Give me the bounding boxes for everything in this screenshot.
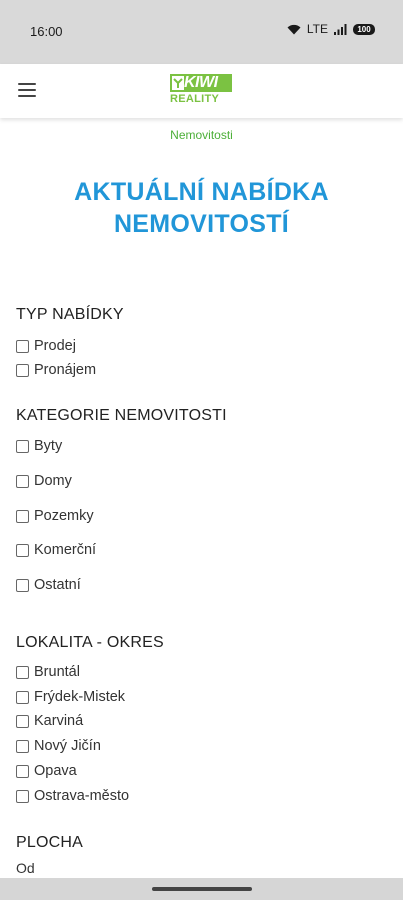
checkbox-label: Opava — [34, 763, 77, 779]
kiwi-reality-logo[interactable]: KIWI REALITY — [170, 74, 234, 110]
section-heading-kategorie: KATEGORIE NEMOVITOSTI — [16, 407, 227, 424]
checkbox-box[interactable] — [16, 690, 29, 704]
checkbox-prodej[interactable]: Prodej — [16, 338, 76, 354]
checkbox-box[interactable] — [16, 543, 29, 557]
logo-kiwi-text: KIWI — [184, 74, 218, 91]
battery-icon: 100 — [353, 23, 375, 35]
checkbox-pozemky[interactable]: Pozemky — [16, 508, 94, 524]
checkbox-label: Bruntál — [34, 664, 80, 680]
checkbox-box[interactable] — [16, 764, 29, 778]
checkbox-label: Nový Jičín — [34, 738, 101, 754]
home-gesture-pill[interactable] — [152, 887, 252, 891]
checkbox-box[interactable] — [16, 509, 29, 523]
checkbox-label: Pozemky — [34, 508, 94, 524]
checkbox-box[interactable] — [16, 474, 29, 488]
checkbox-box[interactable] — [16, 578, 29, 592]
checkbox-box[interactable] — [16, 439, 29, 453]
checkbox-opava[interactable]: Opava — [16, 763, 77, 779]
page-title-line1: AKTUÁLNÍ NABÍDKA — [74, 178, 329, 206]
checkbox-ostrava-mesto[interactable]: Ostrava-město — [16, 788, 129, 804]
checkbox-novy-jicin[interactable]: Nový Jičín — [16, 738, 101, 754]
checkbox-bruntal[interactable]: Bruntál — [16, 664, 80, 680]
checkbox-box[interactable] — [16, 665, 29, 679]
checkbox-byty[interactable]: Byty — [16, 438, 62, 454]
system-nav-bar — [0, 878, 403, 900]
page-title: AKTUÁLNÍ NABÍDKA NEMOVITOSTÍ — [0, 176, 403, 240]
menu-icon[interactable] — [18, 83, 36, 97]
app-header: KIWI REALITY — [0, 64, 403, 118]
logo-reality-text: REALITY — [170, 93, 220, 105]
checkbox-ostatni[interactable]: Ostatní — [16, 577, 81, 593]
network-type: LTE — [306, 22, 328, 36]
checkbox-box[interactable] — [16, 789, 29, 803]
status-bar: 16:00 LTE 100 — [0, 0, 403, 64]
section-heading-plocha: PLOCHA — [16, 834, 83, 851]
checkbox-box[interactable] — [16, 339, 29, 353]
logo-mark-icon — [172, 76, 184, 90]
checkbox-frydek-mistek[interactable]: Frýdek-Mistek — [16, 689, 125, 705]
plocha-from-label: Od — [16, 860, 35, 876]
checkbox-label: Domy — [34, 473, 72, 489]
page-title-line2: NEMOVITOSTÍ — [113, 210, 290, 238]
checkbox-box[interactable] — [16, 363, 29, 377]
checkbox-box[interactable] — [16, 714, 29, 728]
checkbox-pronajem[interactable]: Pronájem — [16, 362, 96, 378]
section-heading-typ-nabidky: TYP NABÍDKY — [16, 306, 124, 323]
checkbox-label: Karviná — [34, 713, 84, 729]
status-time: 16:00 — [30, 24, 63, 39]
checkbox-label: Prodej — [34, 338, 76, 354]
checkbox-label: Ostrava-město — [34, 788, 130, 804]
breadcrumb[interactable]: Nemovitosti — [0, 128, 403, 142]
checkbox-label: Frýdek-Mistek — [34, 689, 126, 705]
checkbox-komercni[interactable]: Komerční — [16, 542, 96, 558]
checkbox-label: Pronájem — [34, 362, 97, 378]
checkbox-label: Komerční — [34, 542, 97, 558]
checkbox-box[interactable] — [16, 739, 29, 753]
checkbox-label: Ostatní — [34, 577, 81, 593]
checkbox-domy[interactable]: Domy — [16, 473, 72, 489]
status-icons: LTE 100 — [287, 22, 375, 36]
signal-icon — [334, 23, 347, 35]
section-heading-lokalita: LOKALITA - OKRES — [16, 634, 164, 651]
checkbox-karvina[interactable]: Karviná — [16, 713, 83, 729]
checkbox-label: Byty — [34, 438, 63, 454]
wifi-icon — [287, 24, 301, 35]
